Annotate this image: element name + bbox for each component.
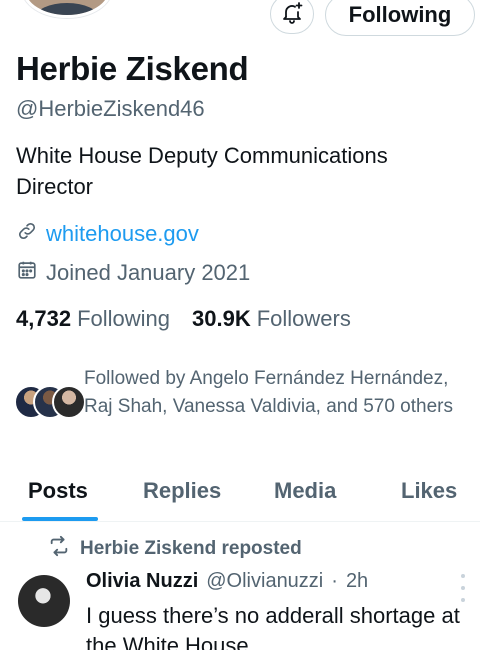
repost-label: Herbie Ziskend reposted xyxy=(80,538,302,559)
followers-stat[interactable]: 30.9K Followers xyxy=(192,306,351,332)
profile-joined: Joined January 2021 xyxy=(16,259,250,287)
post-author-handle[interactable]: @Olivianuzzi xyxy=(206,570,323,593)
followed-by-text: Followed by Angelo Fernández Hernández, … xyxy=(84,368,453,417)
joined-text: Joined January 2021 xyxy=(46,260,251,285)
bell-plus-icon xyxy=(280,1,304,28)
active-tab-indicator xyxy=(22,517,98,521)
notifications-button[interactable] xyxy=(270,0,314,34)
profile-avatar[interactable] xyxy=(22,0,112,18)
following-label: Following xyxy=(77,306,170,331)
profile-handle: @HerbieZiskend46 xyxy=(16,96,205,121)
repost-context[interactable]: Herbie Ziskend reposted xyxy=(50,535,302,563)
post-separator: · xyxy=(331,570,338,592)
profile-tabs: Posts Replies Media Likes xyxy=(0,468,480,522)
calendar-icon xyxy=(16,259,38,287)
following-stat[interactable]: 4,732 Following xyxy=(16,306,170,332)
mutual-avatar xyxy=(52,385,86,419)
post-header: Olivia Nuzzi @Olivianuzzi · 2h xyxy=(86,570,368,593)
tab-posts[interactable]: Posts xyxy=(28,478,88,504)
profile-bio: White House Deputy Communications Direct… xyxy=(16,143,388,199)
repost-icon xyxy=(50,535,70,563)
post-text: I guess there’s no adderall shortage at … xyxy=(86,603,460,650)
followers-label: Followers xyxy=(256,306,351,331)
following-button[interactable]: Following xyxy=(325,0,475,36)
post-author-name[interactable]: Olivia Nuzzi xyxy=(86,570,198,593)
mutual-avatars xyxy=(14,385,86,421)
post-author-avatar[interactable] xyxy=(18,575,70,627)
following-count: 4,732 xyxy=(16,306,72,331)
website-link-text[interactable]: whitehouse.gov xyxy=(46,221,199,247)
more-options-icon[interactable] xyxy=(458,574,468,602)
post-time[interactable]: 2h xyxy=(346,570,368,593)
profile-name: Herbie Ziskend xyxy=(16,50,249,87)
tab-replies[interactable]: Replies xyxy=(143,478,221,504)
tab-likes[interactable]: Likes xyxy=(401,478,457,504)
profile-stats: 4,732 Following 30.9K Followers xyxy=(16,306,351,332)
link-icon xyxy=(16,220,38,248)
tab-media[interactable]: Media xyxy=(274,478,336,504)
followers-count: 30.9K xyxy=(192,306,251,331)
profile-website[interactable]: whitehouse.gov xyxy=(16,220,199,248)
